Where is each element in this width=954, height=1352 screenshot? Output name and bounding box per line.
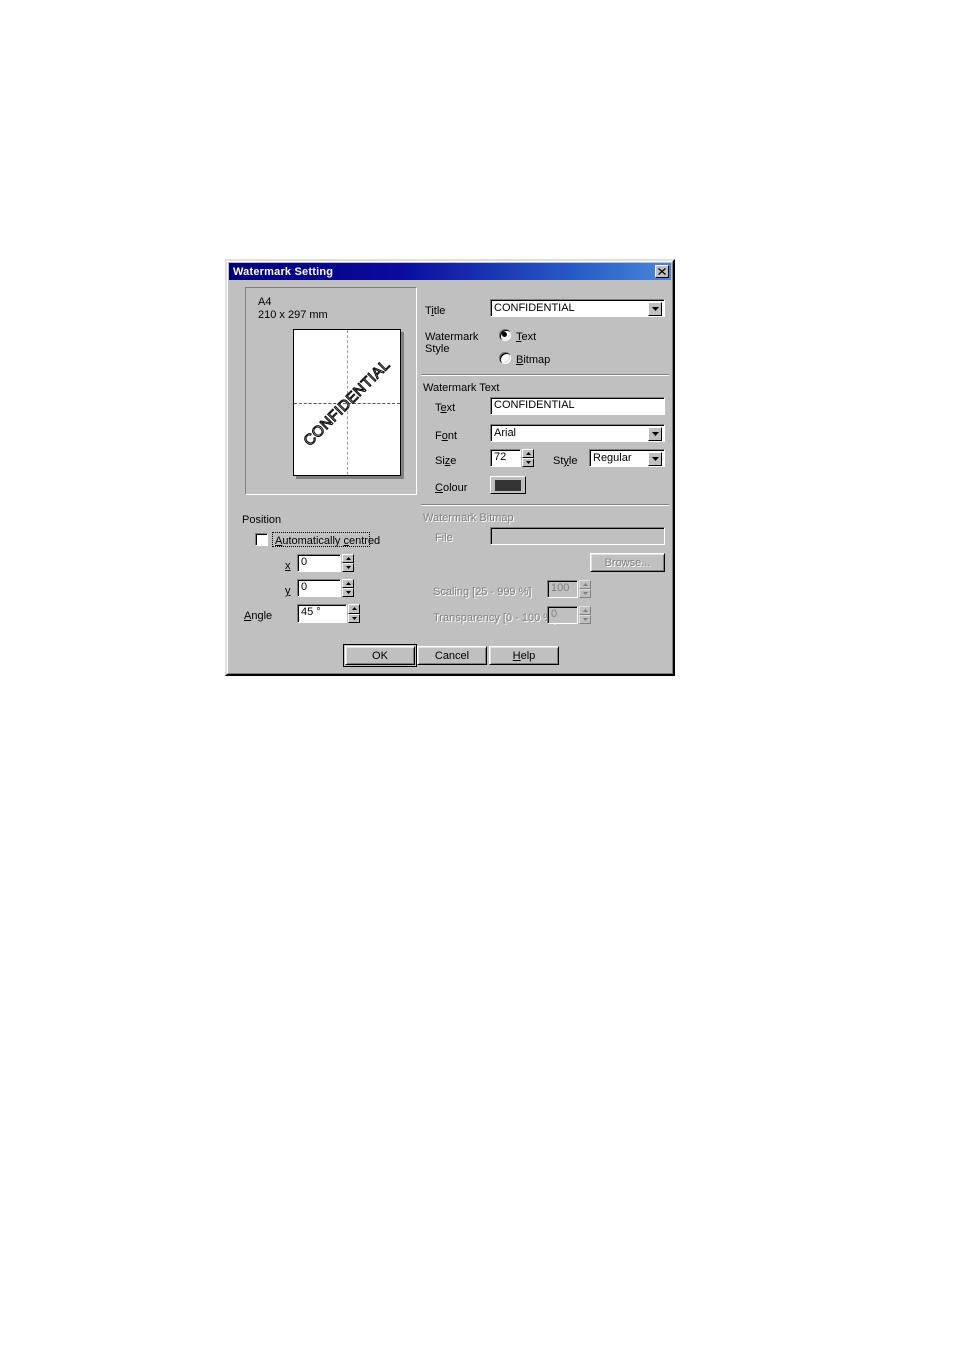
scaling-spinner-up (579, 580, 591, 589)
title-combo[interactable]: CONFIDENTIAL (490, 299, 665, 317)
font-combo[interactable]: Arial (490, 424, 665, 442)
auto-centred-label[interactable]: Automatically centred (275, 535, 380, 547)
help-button[interactable]: Help (489, 646, 559, 665)
radio-watermark-style-text[interactable] (499, 329, 511, 341)
chevron-down-glyph (651, 432, 659, 436)
angle-spinner-up[interactable] (348, 604, 360, 614)
transparency-spinner-down (579, 615, 591, 624)
title-label: Title (425, 305, 446, 317)
size-spinner[interactable] (522, 449, 534, 467)
colour-swatch (495, 479, 521, 491)
transparency-spinner (579, 606, 591, 624)
watermark-setting-dialog: Watermark Setting A4 210 x 297 mm CONFID… (225, 259, 675, 676)
angle-input[interactable]: 45 ° (297, 604, 347, 623)
watermark-text-legend: Watermark Text (423, 382, 500, 394)
caret-up-icon (582, 609, 588, 612)
chevron-down-icon[interactable] (648, 302, 662, 316)
watermark-text-input[interactable]: CONFIDENTIAL (490, 397, 665, 415)
caret-down-icon (345, 591, 351, 594)
colour-label: Colour (435, 482, 468, 494)
ok-button-label: OK (372, 649, 388, 662)
caret-down-icon (582, 618, 588, 621)
close-icon[interactable] (655, 265, 669, 278)
y-label: y (285, 585, 291, 597)
transparency-spinner-up (579, 606, 591, 615)
y-spinner-down[interactable] (342, 588, 354, 597)
style-label: Style (553, 455, 578, 467)
angle-spinner-down[interactable] (348, 613, 360, 623)
y-spinner[interactable] (342, 579, 354, 597)
scaling-spinner-down (579, 589, 591, 598)
x-input[interactable]: 0 (297, 554, 341, 572)
x-spinner[interactable] (342, 554, 354, 572)
close-glyph (658, 268, 666, 275)
angle-label: Angle (244, 610, 273, 622)
caret-down-icon (351, 616, 357, 620)
style-combo[interactable]: Regular (589, 449, 665, 467)
help-button-label: Help (512, 649, 536, 662)
paper-preview: CONFIDENTIAL (293, 329, 401, 476)
x-spinner-down[interactable] (342, 563, 354, 572)
caret-down-icon (525, 461, 531, 464)
chevron-down-glyph (651, 307, 659, 311)
radio-label-bitmap[interactable]: Bitmap (516, 354, 550, 366)
angle-spinner[interactable] (348, 604, 360, 623)
bitmap-file-input (490, 527, 665, 545)
title-bar: Watermark Setting (229, 263, 671, 280)
colour-button[interactable] (490, 476, 526, 494)
y-spinner-up[interactable] (342, 579, 354, 588)
size-spinner-down[interactable] (522, 458, 534, 467)
caret-down-icon (345, 566, 351, 569)
scaling-spinner (579, 580, 591, 598)
font-label: Font (435, 430, 458, 442)
caret-up-icon (345, 582, 351, 585)
auto-centred-checkbox[interactable] (255, 533, 268, 546)
transparency-input: 0 (547, 606, 578, 624)
title-combo-value: CONFIDENTIAL (494, 302, 575, 314)
style-combo-value: Regular (593, 452, 632, 464)
size-label: Size (435, 455, 457, 467)
file-label: File (435, 532, 453, 544)
preview-paper-dimensions: 210 x 297 mm (258, 309, 328, 321)
radio-dot (502, 332, 507, 337)
watermark-style-label-line1: Watermark (425, 331, 479, 343)
divider-above-watermark-text (421, 374, 669, 376)
window-title: Watermark Setting (233, 265, 334, 278)
cancel-button-label: Cancel (434, 649, 470, 662)
chevron-down-glyph (651, 457, 659, 461)
paper-preview-panel: A4 210 x 297 mm CONFIDENTIAL (245, 287, 417, 495)
browse-button-label: Browse... (604, 556, 651, 569)
scaling-input: 100 (547, 580, 578, 598)
ok-button[interactable]: OK (343, 644, 417, 667)
font-combo-value: Arial (494, 427, 517, 439)
position-legend: Position (242, 514, 282, 526)
watermark-style-label-line2: Style (425, 343, 450, 355)
x-label: x (285, 560, 291, 572)
watermark-bitmap-legend: Watermark Bitmap (423, 512, 514, 524)
caret-up-icon (351, 607, 357, 611)
size-input[interactable]: 72 (490, 449, 521, 467)
size-spinner-up[interactable] (522, 449, 534, 458)
chevron-down-icon[interactable] (648, 427, 662, 441)
y-input[interactable]: 0 (297, 579, 341, 597)
caret-up-icon (582, 583, 588, 586)
divider-above-watermark-bitmap (421, 504, 669, 506)
radio-label-text[interactable]: Text (516, 331, 536, 343)
radio-watermark-style-bitmap[interactable] (499, 352, 511, 364)
text-label: Text (435, 402, 456, 414)
chevron-down-icon[interactable] (648, 452, 662, 466)
browse-button: Browse... (590, 553, 665, 572)
caret-down-icon (582, 592, 588, 595)
caret-up-icon (345, 557, 351, 560)
caret-up-icon (525, 452, 531, 455)
preview-paper-name: A4 (258, 296, 272, 308)
transparency-label: Transparency [0 - 100 %] (433, 612, 557, 624)
x-spinner-up[interactable] (342, 554, 354, 563)
cancel-button[interactable]: Cancel (417, 646, 487, 665)
scaling-label: Scaling [25 - 999 %] (433, 586, 532, 598)
